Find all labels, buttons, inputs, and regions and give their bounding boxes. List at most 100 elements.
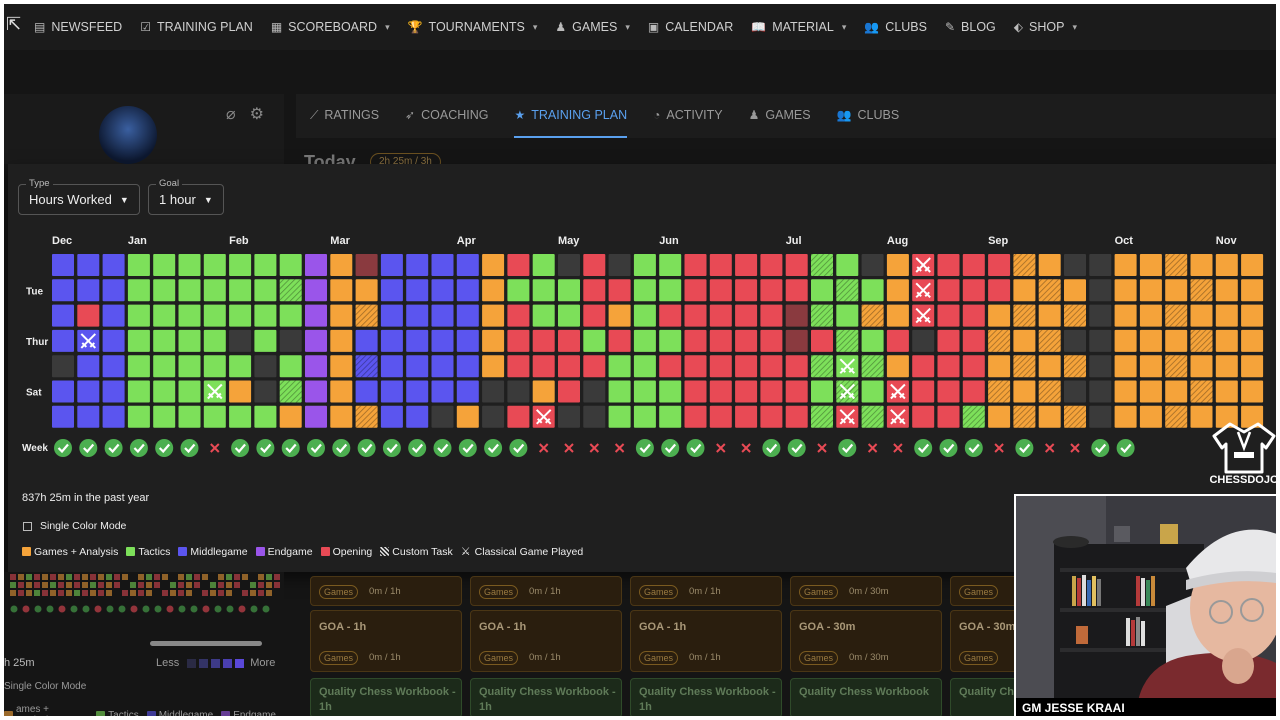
heatmap-cell[interactable] [127,405,150,428]
heatmap-cell[interactable] [633,355,656,378]
heatmap-cell[interactable] [102,329,125,352]
heatmap-cell[interactable] [608,380,631,403]
heatmap-cell[interactable] [254,329,277,352]
heatmap-cell[interactable] [1089,279,1112,302]
heatmap-cell[interactable] [406,254,429,276]
heatmap-cell[interactable] [431,329,454,352]
heatmap-cell[interactable] [633,304,656,327]
heatmap-cell[interactable] [1038,405,1061,428]
nav-item-newsfeed[interactable]: ▤ NEWSFEED [34,20,122,34]
heatmap-cell[interactable] [1139,279,1162,302]
task-card-top[interactable]: Games 0m / 30m [790,576,942,606]
heatmap-cell[interactable] [1013,329,1036,352]
heatmap-cell[interactable] [178,279,201,302]
heatmap-cell[interactable] [456,279,479,302]
heatmap-cell[interactable] [760,355,783,378]
heatmap-cell[interactable] [203,329,226,352]
heatmap-cell[interactable] [1114,355,1137,378]
heatmap-cell[interactable] [102,355,125,378]
heatmap-cell[interactable] [178,405,201,428]
heatmap-cell[interactable] [507,405,530,428]
heatmap-cell[interactable] [229,254,252,276]
heatmap-cell[interactable] [659,329,682,352]
heatmap-cell[interactable] [305,380,327,403]
heatmap-cell[interactable] [330,279,353,302]
heatmap-cell[interactable] [583,279,606,302]
heatmap-cell[interactable] [52,279,74,302]
heatmap-cell[interactable] [1215,279,1238,302]
heatmap-cell[interactable] [355,279,378,302]
heatmap-cell[interactable] [431,279,454,302]
heatmap-cell[interactable] [178,380,201,403]
heatmap-cell[interactable] [735,254,758,276]
heatmap-cell[interactable] [178,304,201,327]
heatmap-cell[interactable] [735,380,758,403]
nav-item-blog[interactable]: ✎ BLOG [945,20,996,34]
heatmap-cell[interactable] [77,380,100,403]
heatmap-cell[interactable] [1114,405,1137,428]
heatmap-cell[interactable] [1241,355,1264,378]
heatmap-cell[interactable] [52,355,74,378]
heatmap-cell[interactable] [102,405,125,428]
tab-training-plan[interactable]: ★ TRAINING PLAN [514,94,628,138]
heatmap-cell[interactable] [760,279,783,302]
heatmap-cell[interactable] [127,304,150,327]
heatmap-cell[interactable] [785,304,808,327]
heatmap-cell[interactable] [633,329,656,352]
heatmap-cell[interactable] [102,279,125,302]
heatmap-cell[interactable] [735,405,758,428]
heatmap-cell[interactable] [229,380,252,403]
heatmap-cell[interactable] [1038,304,1061,327]
heatmap-cell[interactable] [1089,254,1112,276]
heatmap-cell[interactable] [482,405,505,428]
heatmap-cell[interactable] [305,405,327,428]
heatmap-cell[interactable] [153,279,176,302]
heatmap-cell[interactable] [659,355,682,378]
heatmap-cell[interactable] [1215,355,1238,378]
heatmap-cell[interactable] [937,329,960,352]
heatmap-cell[interactable] [1241,329,1264,352]
heatmap-cell[interactable] [203,304,226,327]
heatmap-cell[interactable] [558,304,580,327]
heatmap-cell[interactable] [279,355,302,378]
heatmap-cell[interactable] [988,254,1011,276]
heatmap-cell[interactable] [203,355,226,378]
heatmap-cell[interactable] [1139,254,1162,276]
heatmap-cell[interactable] [127,279,150,302]
heatmap-cell[interactable] [52,380,74,403]
heatmap-cell[interactable] [937,254,960,276]
heatmap-cell[interactable] [861,329,884,352]
heatmap-cell[interactable] [1165,380,1188,403]
heatmap-cell[interactable] [305,254,327,276]
heatmap-cell[interactable] [77,355,100,378]
heatmap-cell[interactable] [102,380,125,403]
heatmap-cell[interactable] [1215,254,1238,276]
task-card[interactable]: GOA - 1h Games 0m / 1h [630,610,782,672]
heatmap-cell[interactable] [1038,355,1061,378]
heatmap-cell[interactable] [482,304,505,327]
heatmap-cell[interactable] [456,405,479,428]
heatmap-cell[interactable] [355,380,378,403]
tab-activity[interactable]: ◔ ACTIVITY [653,94,723,138]
heatmap-cell[interactable] [1139,355,1162,378]
heatmap-cell[interactable] [1241,279,1264,302]
heatmap-cell[interactable] [279,329,302,352]
heatmap-cell[interactable] [532,279,555,302]
heatmap-cell[interactable] [153,329,176,352]
heatmap-cell[interactable] [279,254,302,276]
heatmap-cell[interactable] [178,355,201,378]
heatmap-cell[interactable] [52,304,74,327]
nav-item-training-plan[interactable]: ☑ TRAINING PLAN [140,20,253,34]
heatmap-cell[interactable] [431,355,454,378]
heatmap-cell[interactable] [1215,329,1238,352]
heatmap-cell[interactable] [988,355,1011,378]
heatmap-cell[interactable] [532,254,555,276]
heatmap-cell[interactable] [583,329,606,352]
heatmap-cell[interactable] [1215,380,1238,403]
heatmap-cell[interactable] [254,355,277,378]
heatmap-cell[interactable] [962,380,985,403]
heatmap-cell[interactable] [1165,279,1188,302]
heatmap-cell[interactable] [709,405,732,428]
heatmap-cell[interactable] [406,279,429,302]
heatmap-cell[interactable] [811,279,833,302]
